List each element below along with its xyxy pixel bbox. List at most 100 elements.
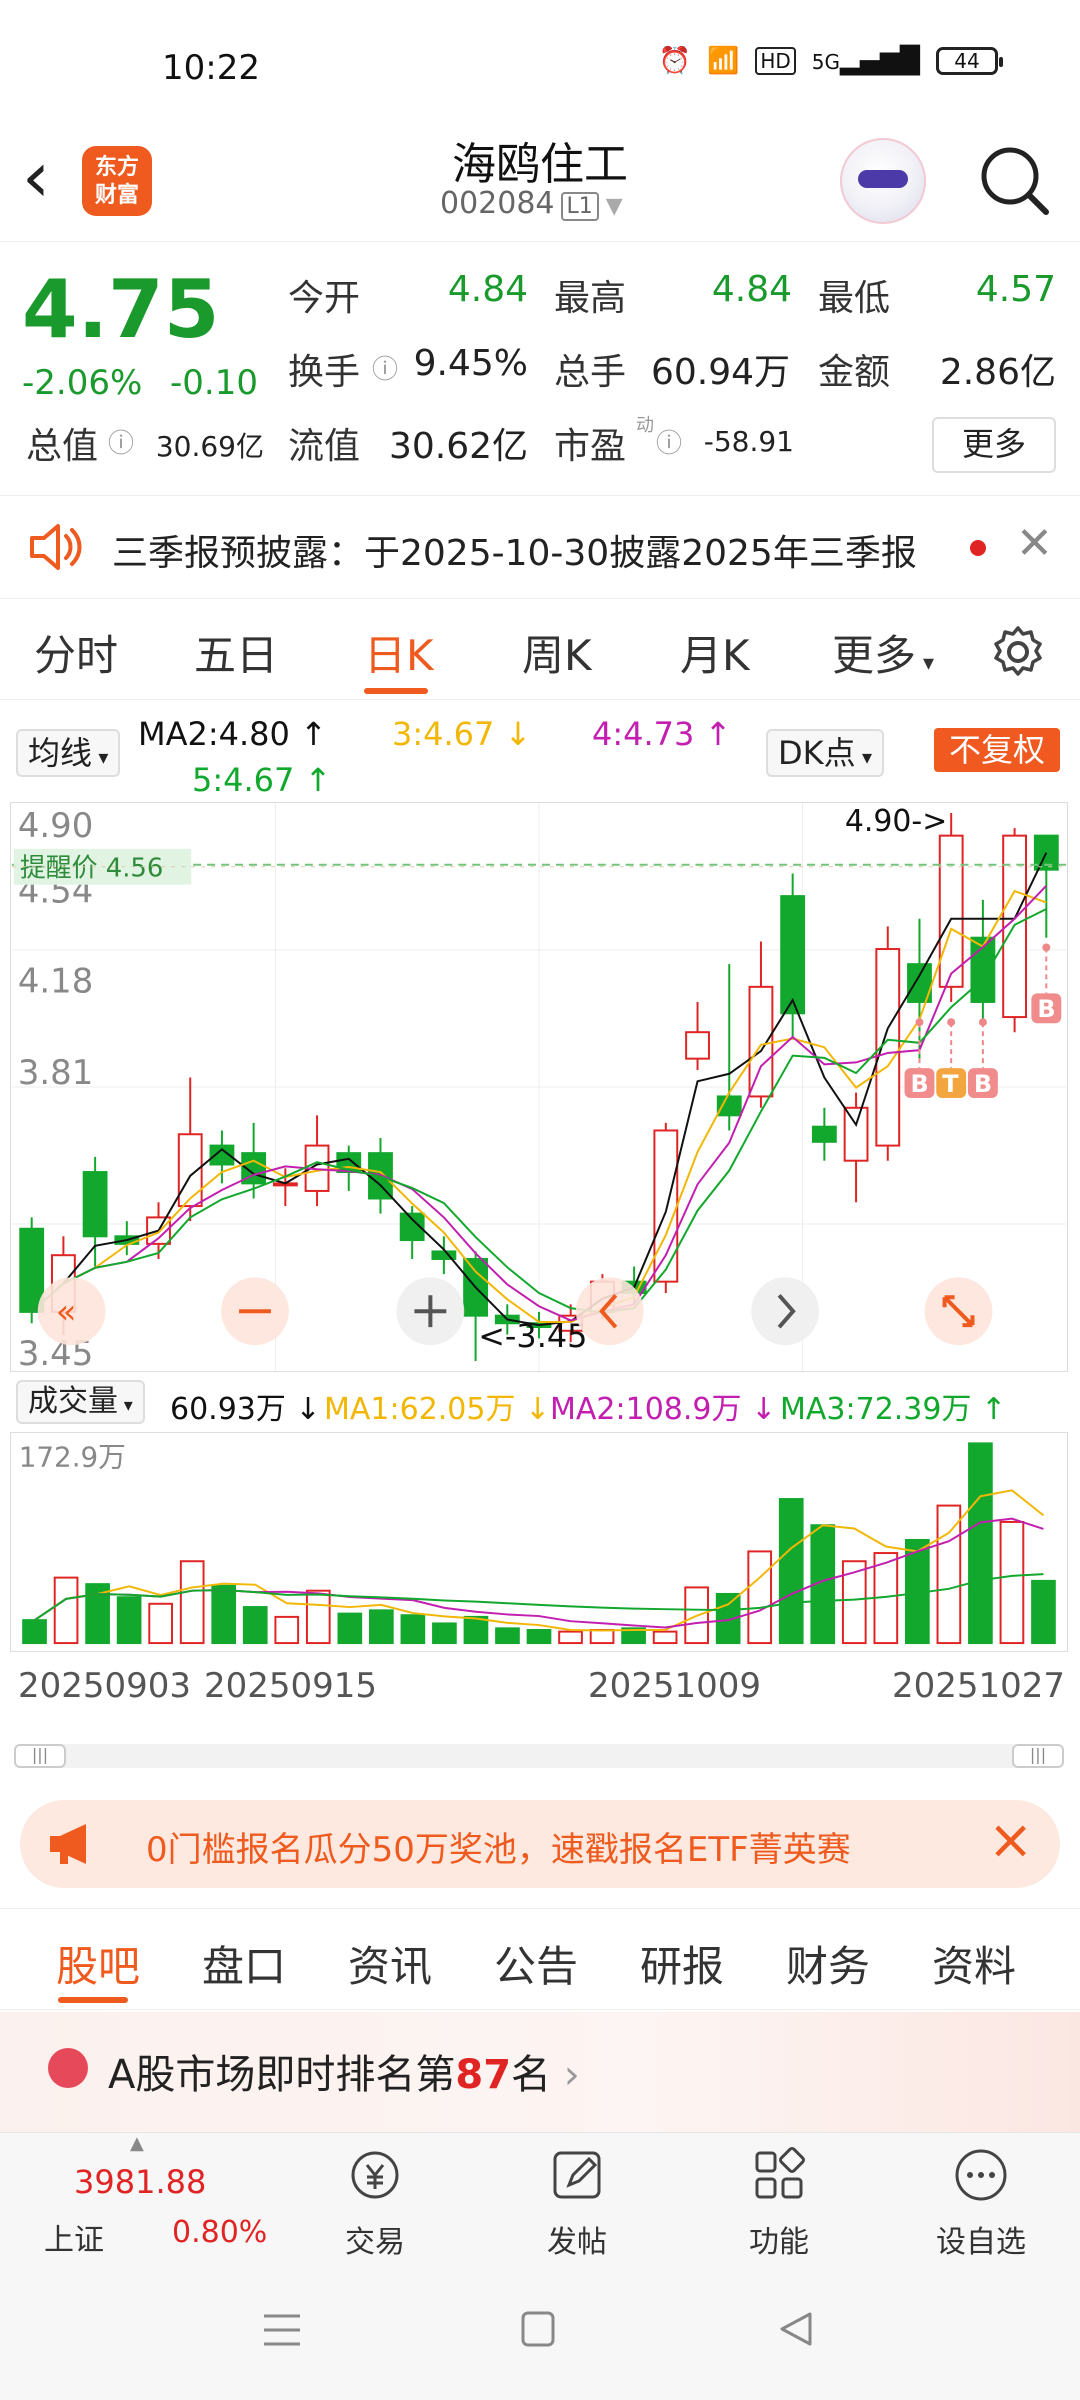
tab-order-book[interactable]: 盘口 bbox=[202, 1933, 286, 1994]
search-icon[interactable] bbox=[976, 142, 1052, 218]
index-name[interactable]: 上证 bbox=[44, 2215, 104, 2259]
close-icon[interactable]: × bbox=[988, 1808, 1033, 1871]
candle bbox=[399, 1206, 425, 1259]
assistant-robot-icon[interactable] bbox=[840, 138, 926, 224]
open-label: 今开 bbox=[288, 278, 361, 319]
post-button[interactable]: 发帖 bbox=[512, 2145, 642, 2261]
tab-weekly-k[interactable]: 周K bbox=[522, 622, 592, 683]
high-marker: 4.90-> bbox=[845, 804, 947, 839]
tab-guba[interactable]: 股吧 bbox=[56, 1933, 140, 1994]
rank-number: 87 bbox=[455, 2052, 512, 2098]
signal-dot bbox=[978, 1018, 987, 1027]
volume-bar bbox=[778, 1498, 804, 1645]
more-button[interactable]: 更多 bbox=[932, 417, 1056, 473]
candle bbox=[843, 1092, 869, 1203]
info-icon[interactable]: ⓘ bbox=[656, 423, 682, 460]
add-watchlist-label: 设自选 bbox=[936, 2225, 1026, 2260]
functions-button[interactable]: 功能 bbox=[714, 2145, 844, 2261]
next-button[interactable] bbox=[751, 1277, 820, 1346]
change-percent: -2.06% bbox=[22, 363, 143, 403]
signal-label: B bbox=[974, 1070, 992, 1098]
ma5-value: 5:4.67 ↑ bbox=[192, 761, 332, 799]
adjust-button[interactable]: 不复权 bbox=[934, 728, 1060, 772]
info-icon[interactable]: ⓘ bbox=[108, 423, 134, 460]
volume-bar bbox=[274, 1615, 300, 1645]
candle bbox=[811, 1107, 837, 1161]
tab-more[interactable]: 更多 ▾ bbox=[832, 622, 934, 683]
promo-banner[interactable]: 0门槛报名瓜分50万奖池，速戳报名ETF菁英赛 × bbox=[20, 1800, 1060, 1888]
volume-bar bbox=[936, 1504, 962, 1645]
alert-price-text: 提醒价 4.56 bbox=[20, 854, 164, 884]
tab-news[interactable]: 资讯 bbox=[348, 1933, 432, 1994]
back-icon[interactable] bbox=[778, 2310, 814, 2348]
candlestick-chart[interactable]: 4.90 4.54 4.18 3.81 3.45 提醒价 4.56 4.90->… bbox=[10, 802, 1068, 1372]
info-icon[interactable]: ⓘ bbox=[372, 349, 398, 386]
volume-legend: 成交量 ▾ 60.93万 ↓ MA1:62.05万 ↓ MA2:108.9万 ↓… bbox=[10, 1380, 1068, 1430]
pe-value: -58.91 bbox=[703, 425, 794, 458]
unread-dot bbox=[970, 540, 986, 556]
chart-bar-icon bbox=[48, 2048, 88, 2088]
low-marker: <-3.45 bbox=[478, 1317, 587, 1355]
volume-bar bbox=[1031, 1579, 1056, 1645]
open-value: 4.84 bbox=[447, 269, 528, 310]
home-icon[interactable] bbox=[520, 2310, 556, 2348]
index-change[interactable]: 0.80% bbox=[172, 2215, 267, 2250]
volume-bar bbox=[495, 1627, 520, 1645]
wifi-icon: 📶 bbox=[706, 46, 740, 76]
menu-icon[interactable] bbox=[262, 2312, 302, 2348]
turnover-label: 换手 bbox=[288, 352, 361, 393]
amount-label: 金额 bbox=[818, 352, 891, 393]
chart-range-slider[interactable]: ||| ||| bbox=[14, 1744, 1064, 1768]
functions-label: 功能 bbox=[749, 2225, 809, 2260]
candle bbox=[1002, 828, 1028, 1033]
y-tick-top: 4.90 bbox=[18, 806, 93, 845]
dk-point-button[interactable]: DK点 ▾ bbox=[766, 729, 885, 777]
status-time: 10:22 bbox=[162, 48, 260, 88]
rank-banner[interactable]: A股市场即时排名第87名 › bbox=[0, 2012, 1080, 2132]
tab-finance[interactable]: 财务 bbox=[786, 1933, 870, 1994]
speaker-icon bbox=[30, 524, 82, 570]
notice-bar[interactable]: 三季报预披露：于2025-10-30披露2025年三季报 ✕ bbox=[0, 495, 1080, 599]
tab-monthly-k[interactable]: 月K bbox=[680, 622, 750, 683]
promo-text: 0门槛报名瓜分50万奖池，速戳报名ETF菁英赛 bbox=[146, 1830, 851, 1870]
tab-five-day[interactable]: 五日 bbox=[194, 622, 278, 683]
volume-selector[interactable]: 成交量 ▾ bbox=[16, 1380, 145, 1424]
total-cap-label: 总值 bbox=[26, 426, 99, 467]
signal-dot bbox=[1042, 943, 1051, 952]
volume-bar bbox=[179, 1560, 205, 1645]
stock-code[interactable]: 002084 L1 ▼ bbox=[440, 186, 623, 221]
prev-button[interactable] bbox=[575, 1277, 644, 1346]
tab-announcements[interactable]: 公告 bbox=[494, 1933, 578, 1994]
tab-profile[interactable]: 资料 bbox=[932, 1933, 1016, 1994]
ma-selector[interactable]: 均线 ▾ bbox=[16, 729, 121, 777]
slider-handle-right[interactable]: ||| bbox=[1012, 1744, 1064, 1768]
battery-icon: 44 bbox=[936, 47, 1003, 75]
signal-label: B bbox=[911, 1070, 929, 1098]
trade-label: 交易 bbox=[345, 2225, 405, 2260]
volume-bar bbox=[526, 1628, 552, 1645]
tab-research[interactable]: 研报 bbox=[640, 1933, 724, 1994]
volume-max-label: 172.9万 bbox=[19, 1441, 126, 1474]
caret-up-icon: ▲ bbox=[130, 2133, 144, 2154]
volume-bar bbox=[22, 1619, 47, 1645]
add-watchlist-button[interactable]: 设自选 bbox=[916, 2145, 1046, 2261]
yen-exchange-icon bbox=[351, 2151, 399, 2199]
index-value[interactable]: 3981.88 bbox=[74, 2163, 206, 2201]
tab-intraday[interactable]: 分时 bbox=[34, 622, 118, 683]
ma3-value: 3:4.67 ↓ bbox=[392, 715, 532, 753]
chevron-down-icon: ▼ bbox=[598, 194, 623, 219]
volume-bar bbox=[968, 1442, 993, 1645]
tab-daily-k[interactable]: 日K bbox=[364, 622, 434, 683]
volume-bar bbox=[463, 1615, 489, 1645]
high-label: 最高 bbox=[554, 278, 627, 319]
pe-tag: 动 bbox=[636, 415, 654, 436]
y-tick-mid2: 4.18 bbox=[18, 961, 93, 1000]
gear-icon[interactable] bbox=[990, 624, 1046, 680]
trade-button[interactable]: 交易 bbox=[310, 2145, 440, 2261]
close-icon[interactable]: ✕ bbox=[1016, 518, 1053, 569]
float-cap-value: 30.62亿 bbox=[388, 426, 528, 467]
volume-value: 60.93万 ↓ bbox=[170, 1392, 321, 1427]
slider-handle-left[interactable]: ||| bbox=[14, 1744, 66, 1768]
volume-chart[interactable]: 172.9万 bbox=[10, 1432, 1068, 1652]
volume-bar bbox=[558, 1630, 583, 1645]
